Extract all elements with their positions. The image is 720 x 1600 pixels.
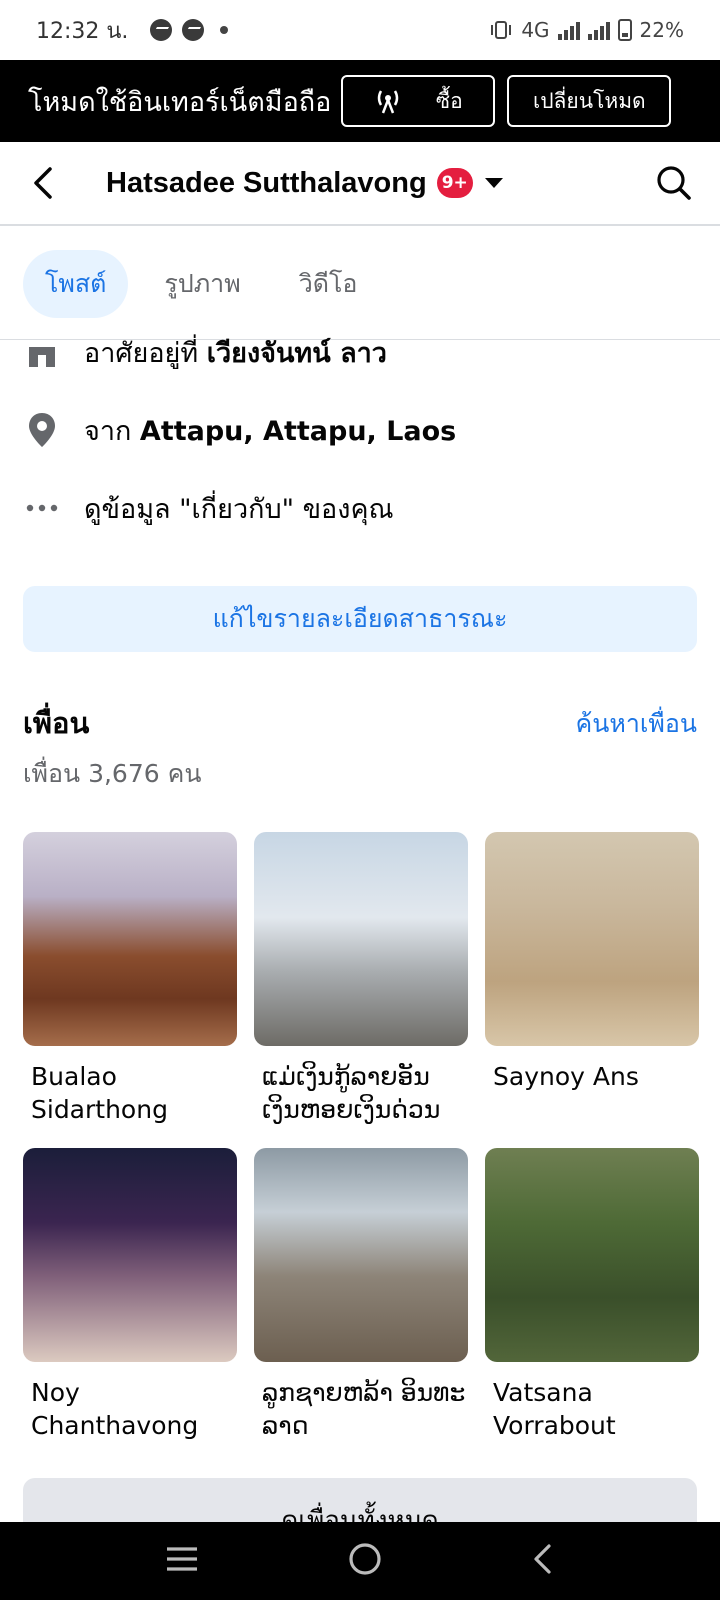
recent-apps-icon[interactable] [165, 1545, 199, 1577]
friend-card[interactable]: Saynoy Ans [485, 832, 699, 1093]
messenger-icon [182, 19, 205, 41]
data-mode-banner: โหมดใช้อินเทอร์เน็ตมือถือ ซื้อ เปลี่ยนโห… [0, 60, 720, 142]
battery-level: 22% [639, 18, 684, 42]
friend-photo[interactable] [23, 832, 237, 1046]
lives-in-row: อาศัยอยู่ที่ เวียงจันทน์ ลาว [0, 322, 720, 382]
from-row: จาก Attapu, Attapu, Laos [0, 400, 720, 460]
more-dots-icon [24, 490, 60, 526]
switch-mode-label: เปลี่ยนโหมด [533, 88, 646, 113]
friend-photo[interactable] [254, 832, 468, 1046]
tab-photos[interactable]: รูปภาพ [142, 250, 262, 318]
chevron-down-icon[interactable] [484, 178, 503, 188]
lives-in-value: เวียงจันทน์ ลาว [206, 337, 387, 369]
switch-mode-button[interactable]: เปลี่ยนโหมด [507, 75, 672, 127]
messenger-icon [150, 19, 173, 41]
friend-name[interactable]: Noy Chanthavong [23, 1376, 237, 1442]
antenna-icon [374, 87, 402, 115]
location-pin-icon [24, 412, 60, 448]
status-bar: 12:32 น. 4G 22% [0, 0, 720, 60]
home-icon [24, 334, 60, 370]
see-about-label: ดูข้อมูล "เกี่ยวกับ" ของคุณ [84, 493, 394, 525]
signal-icon-2 [587, 20, 610, 40]
buy-label: ซื้อ [435, 88, 463, 113]
friend-card[interactable]: ລູກຊາຍຫລ້າ ອິນທະລາດ [254, 1148, 468, 1442]
friend-name[interactable]: Bualao Sidarthong [23, 1060, 237, 1126]
friend-photo[interactable] [485, 1148, 699, 1362]
edit-public-details-button[interactable]: แก้ไขรายละเอียดสาธารณะ [23, 586, 697, 652]
friend-name[interactable]: Saynoy Ans [485, 1060, 699, 1093]
friend-card[interactable]: Noy Chanthavong [23, 1148, 237, 1442]
from-value: Attapu, Attapu, Laos [139, 415, 457, 447]
friends-title: เพื่อน [23, 706, 90, 740]
tab-videos[interactable]: วิดีโอ [277, 250, 380, 318]
back-arrow-icon[interactable] [28, 165, 58, 201]
friend-card[interactable]: ແມ່ເງິນກູ້ລາຍອັນ ເງິນຫອຍເງິນດ່ວນ [254, 832, 468, 1126]
tab-posts[interactable]: โพสต์ [23, 249, 129, 318]
vibrate-icon [491, 21, 512, 39]
from-prefix: จาก [84, 415, 140, 447]
profile-name[interactable]: Hatsadee Sutthalavong [106, 167, 427, 200]
friend-name[interactable]: Vatsana Vorrabout [485, 1376, 699, 1442]
system-back-icon[interactable] [531, 1543, 555, 1579]
signal-icon [557, 20, 580, 40]
friend-photo[interactable] [485, 832, 699, 1046]
friend-photo[interactable] [23, 1148, 237, 1362]
notification-badge: 9+ [436, 168, 473, 198]
data-mode-title: โหมดใช้อินเทอร์เน็ตมือถือ [28, 86, 332, 118]
search-icon[interactable] [656, 165, 692, 201]
system-icons: 4G 22% [489, 18, 684, 42]
more-notifications-icon [220, 26, 229, 34]
friend-card[interactable]: Vatsana Vorrabout [485, 1148, 699, 1442]
battery-icon [617, 19, 632, 41]
home-button-icon[interactable] [348, 1542, 382, 1580]
friend-photo[interactable] [254, 1148, 468, 1362]
friends-count: เพื่อน 3,676 คน [23, 759, 202, 788]
lives-in-prefix: อาศัยอยู่ที่ [84, 337, 207, 369]
find-friends-link[interactable]: ค้นหาเพื่อน [576, 704, 697, 744]
status-time: 12:32 น. [36, 18, 129, 44]
friend-card[interactable]: Bualao Sidarthong [23, 832, 237, 1126]
notification-icons [150, 19, 229, 41]
network-type: 4G [521, 18, 550, 42]
buy-button[interactable]: ซื้อ [341, 75, 496, 127]
system-nav-bar [0, 1522, 720, 1600]
see-about-row[interactable]: ดูข้อมูล "เกี่ยวกับ" ของคุณ [0, 478, 720, 538]
friend-name[interactable]: ແມ່ເງິນກູ້ລາຍອັນ ເງິນຫອຍເງິນດ່ວນ [254, 1060, 468, 1126]
profile-header: Hatsadee Sutthalavong 9+ [0, 142, 720, 226]
friend-name[interactable]: ລູກຊາຍຫລ້າ ອິນທະລາດ [254, 1376, 468, 1442]
